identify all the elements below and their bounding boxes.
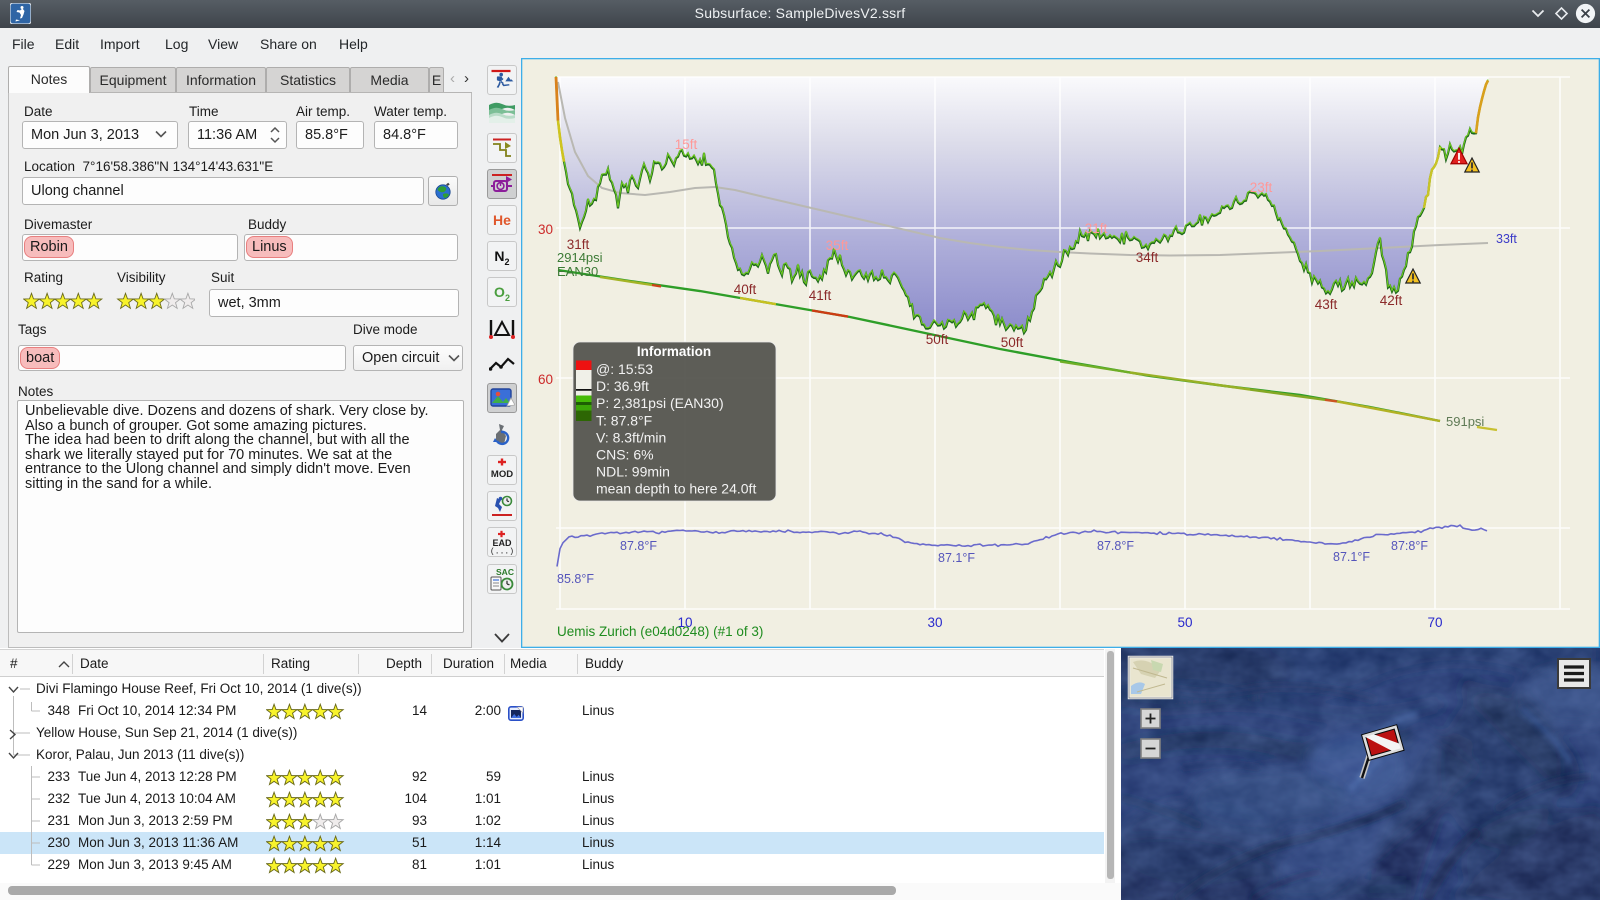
svg-text:591psi: 591psi xyxy=(1446,414,1484,429)
svg-text:(...): (...) xyxy=(490,548,514,556)
svg-text:NDL: 99min: NDL: 99min xyxy=(596,464,670,480)
svg-text:T: 87.8°F: T: 87.8°F xyxy=(596,412,652,428)
svg-text:2914psi: 2914psi xyxy=(557,250,603,265)
svg-text:33ft: 33ft xyxy=(1496,232,1517,246)
svg-text:87.1°F: 87.1°F xyxy=(938,551,975,565)
svg-text:D: 36.9ft: D: 36.9ft xyxy=(596,378,649,394)
svg-text:50ft: 50ft xyxy=(926,332,949,347)
svg-text:87.8°F: 87.8°F xyxy=(620,539,657,553)
svg-text:70: 70 xyxy=(1427,615,1442,630)
svg-text:87.8°F: 87.8°F xyxy=(1097,539,1134,553)
svg-text:Information: Information xyxy=(637,344,711,359)
svg-text:60: 60 xyxy=(538,372,553,387)
svg-text:40ft: 40ft xyxy=(734,282,757,297)
svg-text:42ft: 42ft xyxy=(1380,293,1403,308)
svg-text:50: 50 xyxy=(1177,615,1192,630)
svg-text:Uemis Zurich (e04d0248) (#1 of: Uemis Zurich (e04d0248) (#1 of 3) xyxy=(557,624,763,639)
svg-text:41ft: 41ft xyxy=(809,288,832,303)
svg-text:CNS: 6%: CNS: 6% xyxy=(596,447,654,463)
svg-text:15ft: 15ft xyxy=(675,137,698,152)
svg-text:MOD: MOD xyxy=(491,469,513,480)
svg-text:50ft: 50ft xyxy=(1001,335,1024,350)
svg-text:30: 30 xyxy=(927,615,942,630)
svg-text:87.1°F: 87.1°F xyxy=(1333,550,1370,564)
svg-text:P: 2,381psi (EAN30): P: 2,381psi (EAN30) xyxy=(596,395,724,411)
svg-text:EAD: EAD xyxy=(492,538,512,548)
svg-text:31ft: 31ft xyxy=(1085,221,1108,236)
svg-text:V: 8.3ft/min: V: 8.3ft/min xyxy=(596,429,666,445)
svg-text:85.8°F: 85.8°F xyxy=(557,572,594,586)
svg-text:43ft: 43ft xyxy=(1315,297,1338,312)
svg-text:87:8°F: 87:8°F xyxy=(1391,539,1428,553)
svg-text:SAC: SAC xyxy=(496,567,514,577)
svg-text:23ft: 23ft xyxy=(1250,180,1273,195)
svg-text:34ft: 34ft xyxy=(1136,250,1159,265)
svg-text:mean depth to here 24.0ft: mean depth to here 24.0ft xyxy=(596,481,756,497)
svg-text:EAN30: EAN30 xyxy=(557,264,598,279)
svg-text:@: 15:53: @: 15:53 xyxy=(596,361,653,377)
svg-text:30: 30 xyxy=(538,222,553,237)
svg-text:35ft: 35ft xyxy=(826,238,849,253)
